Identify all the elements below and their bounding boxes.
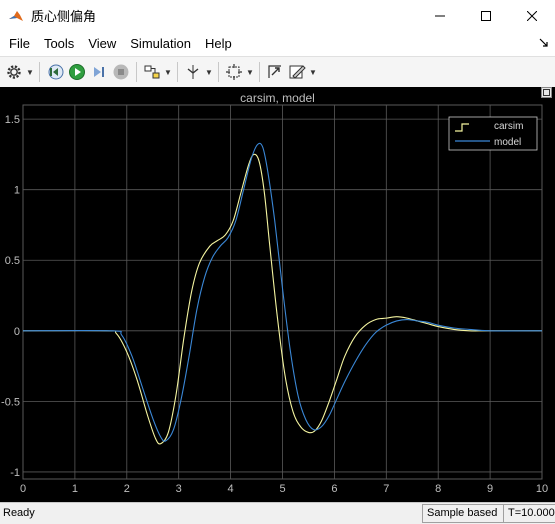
highlight-model-button[interactable] — [141, 61, 163, 83]
menu-file[interactable]: File — [0, 36, 37, 51]
plot-title: carsim, model — [240, 91, 315, 105]
x-tick-label: 7 — [383, 483, 389, 495]
y-tick-label: 1 — [14, 185, 20, 197]
x-tick-label: 5 — [279, 483, 285, 495]
zoom-icon — [226, 64, 242, 80]
status-bar: Ready Sample based T=10.000 — [0, 502, 555, 524]
step-back-icon — [48, 64, 64, 80]
highlight-dropdown[interactable]: ▼ — [163, 68, 173, 77]
maximize-icon — [481, 10, 491, 21]
maximize-button[interactable] — [463, 0, 509, 31]
y-tick-label: 1.5 — [5, 114, 20, 126]
minimize-button[interactable] — [417, 0, 463, 31]
highlight-model-icon — [144, 65, 160, 79]
toolbar-separator — [177, 62, 178, 82]
toolbar: ▼ ▼ ▼ ▼ ▼ — [0, 56, 555, 88]
style-icon — [289, 65, 306, 79]
x-tick-label: 0 — [20, 483, 26, 495]
close-button[interactable] — [509, 0, 555, 31]
window-title: 质心侧偏角 — [31, 9, 97, 24]
stop-button[interactable] — [110, 61, 132, 83]
y-tick-label: 0.5 — [5, 255, 20, 267]
step-forward-icon — [94, 67, 104, 77]
menu-simulation[interactable]: Simulation — [123, 36, 198, 51]
legend-label-model: model — [494, 137, 521, 148]
scope-display: 0 1 2 3 4 5 6 7 8 9 10 -1 -0.5 0 0.5 1 1.5 carsim model … — [0, 87, 555, 502]
y-tick-label: -0.5 — [1, 396, 20, 408]
toolbar-separator — [136, 62, 137, 82]
autoscale-icon — [268, 65, 281, 78]
y-tick-label: -1 — [10, 467, 20, 479]
title-bar: 质心侧偏角 — [0, 0, 555, 31]
close-icon — [527, 10, 537, 21]
cursor-measurements-button[interactable] — [182, 61, 204, 83]
autoscale-button[interactable] — [264, 61, 286, 83]
x-tick-label: 2 — [124, 483, 130, 495]
zoom-button[interactable] — [223, 61, 245, 83]
scope-plot[interactable]: 0 1 2 3 4 5 6 7 8 9 10 -1 -0.5 0 0.5 1 1.5 carsim model — [0, 87, 555, 502]
toolbar-separator — [259, 62, 260, 82]
gear-icon — [7, 65, 21, 79]
zoom-dropdown[interactable]: ▼ — [245, 68, 255, 77]
toolbar-separator — [39, 62, 40, 82]
configuration-dropdown[interactable]: ▼ — [25, 68, 35, 77]
simulation-time-status: T=10.000 — [503, 504, 555, 523]
menu-tools[interactable]: Tools — [37, 36, 81, 51]
legend[interactable] — [448, 116, 538, 151]
menu-bar: File Tools View Simulation Help — [0, 31, 555, 56]
step-back-button[interactable] — [44, 61, 66, 83]
menu-help[interactable]: Help — [198, 36, 239, 51]
stop-icon — [113, 64, 129, 80]
x-tick-label: 8 — [435, 483, 441, 495]
cursor-measurements-icon — [187, 65, 199, 79]
configuration-button[interactable] — [3, 61, 25, 83]
x-tick-label: 3 — [176, 483, 182, 495]
status-ready: Ready — [3, 507, 35, 519]
y-tick-label: 0 — [14, 326, 20, 338]
menu-view[interactable]: View — [81, 36, 123, 51]
dock-pin-icon[interactable] — [539, 38, 549, 48]
run-button[interactable] — [66, 61, 88, 83]
x-tick-label: 9 — [487, 483, 493, 495]
x-tick-label: 6 — [331, 483, 337, 495]
minimize-icon — [435, 15, 445, 16]
measurements-dropdown[interactable]: ▼ — [204, 68, 214, 77]
style-dropdown[interactable]: ▼ — [308, 68, 318, 77]
x-tick-label: 1 — [72, 483, 78, 495]
toolbar-separator — [218, 62, 219, 82]
legend-label-carsim: carsim — [494, 121, 523, 132]
x-tick-label: 4 — [228, 483, 234, 495]
undock-icon[interactable] — [541, 87, 552, 98]
x-tick-label: 10 — [536, 483, 548, 495]
matlab-app-icon — [8, 7, 24, 24]
style-button[interactable] — [286, 61, 308, 83]
sample-mode-status: Sample based — [422, 504, 506, 523]
run-icon — [69, 64, 85, 80]
step-forward-button[interactable] — [88, 61, 110, 83]
